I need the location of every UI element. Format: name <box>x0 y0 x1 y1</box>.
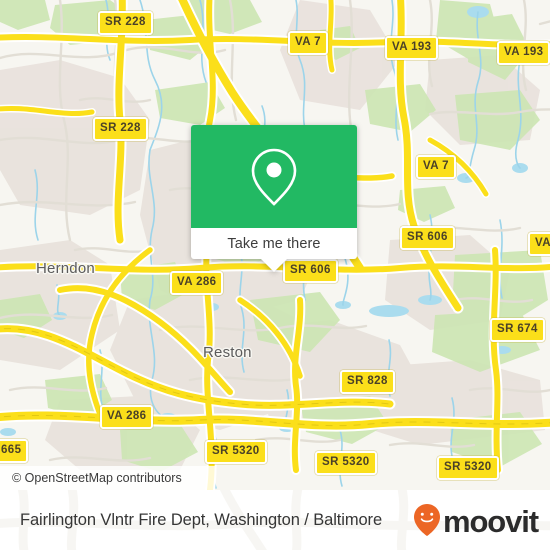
moovit-wordmark: moovit <box>442 503 539 539</box>
road-shield[interactable]: SR 606 <box>283 259 338 283</box>
road-shield[interactable]: VA 7 <box>416 155 456 179</box>
road-shield[interactable]: SR 228 <box>98 11 153 35</box>
map-place-label-herndon: Herndon <box>36 260 95 277</box>
road-shield[interactable]: SR 674 <box>490 318 545 342</box>
road-shield[interactable]: SR 228 <box>93 117 148 141</box>
road-shield[interactable]: SR 5320 <box>437 456 499 480</box>
road-shield[interactable]: VA 286 <box>170 271 224 295</box>
footer-bar: Fairlington Vlntr Fire Dept, Washington … <box>0 490 550 550</box>
road-shield[interactable]: VA <box>528 232 550 256</box>
map-place-label-reston: Reston <box>203 344 252 361</box>
road-shield[interactable]: VA 7 <box>288 31 328 55</box>
road-shield[interactable]: VA 193 <box>497 41 550 65</box>
road-shield[interactable]: SR 828 <box>340 370 395 394</box>
map-canvas[interactable]: Herndon Reston SR 228 SR 228 VA 7 VA 193… <box>0 0 550 490</box>
moovit-map-screenshot: Herndon Reston SR 228 SR 228 VA 7 VA 193… <box>0 0 550 550</box>
road-shield[interactable]: VA 286 <box>100 405 154 429</box>
popup-footer[interactable]: Take me there <box>191 228 357 259</box>
road-shield[interactable]: 665 <box>0 439 29 463</box>
popup-header <box>191 125 357 228</box>
moovit-smiley-pin-icon <box>413 504 440 536</box>
road-shield[interactable]: SR 5320 <box>315 451 377 475</box>
road-shield[interactable]: SR 5320 <box>205 440 267 464</box>
location-pin-icon <box>251 148 297 206</box>
moovit-brand[interactable]: moovit <box>413 490 539 550</box>
take-me-there-label: Take me there <box>227 235 321 252</box>
popup-pointer-tail <box>260 258 288 272</box>
road-shield[interactable]: SR 606 <box>400 226 455 250</box>
place-title: Fairlington Vlntr Fire Dept, Washington … <box>20 510 383 529</box>
location-popup-card[interactable]: Take me there <box>191 125 357 272</box>
road-shield[interactable]: VA 193 <box>385 36 439 60</box>
